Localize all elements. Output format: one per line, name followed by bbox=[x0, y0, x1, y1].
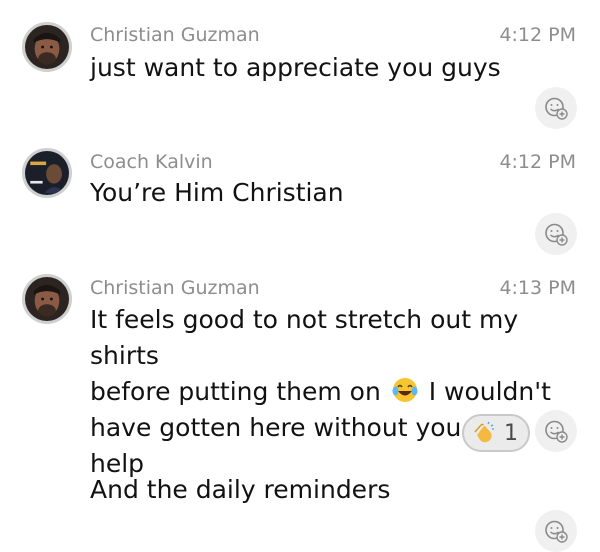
message-author[interactable]: Christian Guzman bbox=[90, 24, 260, 46]
message-author[interactable]: Christian Guzman bbox=[90, 277, 260, 299]
add-reaction-button[interactable] bbox=[535, 87, 577, 129]
face-with-tears-of-joy-icon bbox=[392, 378, 418, 402]
message-text: It feels good to not stretch out my shir… bbox=[90, 302, 580, 482]
clapping-hands-icon bbox=[474, 421, 494, 443]
add-reaction-icon bbox=[545, 223, 568, 246]
reaction-pill-clap[interactable]: 1 bbox=[462, 414, 530, 452]
message-text-line: before putting them on I wouldn't bbox=[90, 377, 551, 406]
add-reaction-button[interactable] bbox=[535, 213, 577, 255]
message-text: just want to appreciate you guys bbox=[90, 53, 501, 82]
message-timestamp: 4:12 PM bbox=[499, 151, 576, 173]
add-reaction-button[interactable] bbox=[535, 510, 577, 552]
add-reaction-icon bbox=[545, 420, 568, 443]
message-timestamp: 4:12 PM bbox=[499, 24, 576, 46]
avatar-christian-guzman[interactable] bbox=[22, 22, 72, 72]
message-timestamp: 4:13 PM bbox=[499, 277, 576, 299]
add-reaction-icon bbox=[545, 520, 568, 543]
message-author[interactable]: Coach Kalvin bbox=[90, 151, 213, 173]
add-reaction-icon bbox=[545, 97, 568, 120]
avatar-coach-kalvin[interactable] bbox=[22, 148, 72, 198]
avatar-christian-guzman[interactable] bbox=[22, 274, 72, 324]
avatar-photo bbox=[25, 151, 69, 195]
reaction-count: 1 bbox=[504, 420, 518, 446]
message-text: And the daily reminders bbox=[90, 475, 391, 504]
avatar-photo bbox=[25, 277, 69, 321]
add-reaction-button[interactable] bbox=[535, 410, 577, 452]
message-text-line: It feels good to not stretch out my shir… bbox=[90, 305, 519, 370]
avatar-photo bbox=[25, 25, 69, 69]
message-text: You’re Him Christian bbox=[90, 178, 344, 207]
